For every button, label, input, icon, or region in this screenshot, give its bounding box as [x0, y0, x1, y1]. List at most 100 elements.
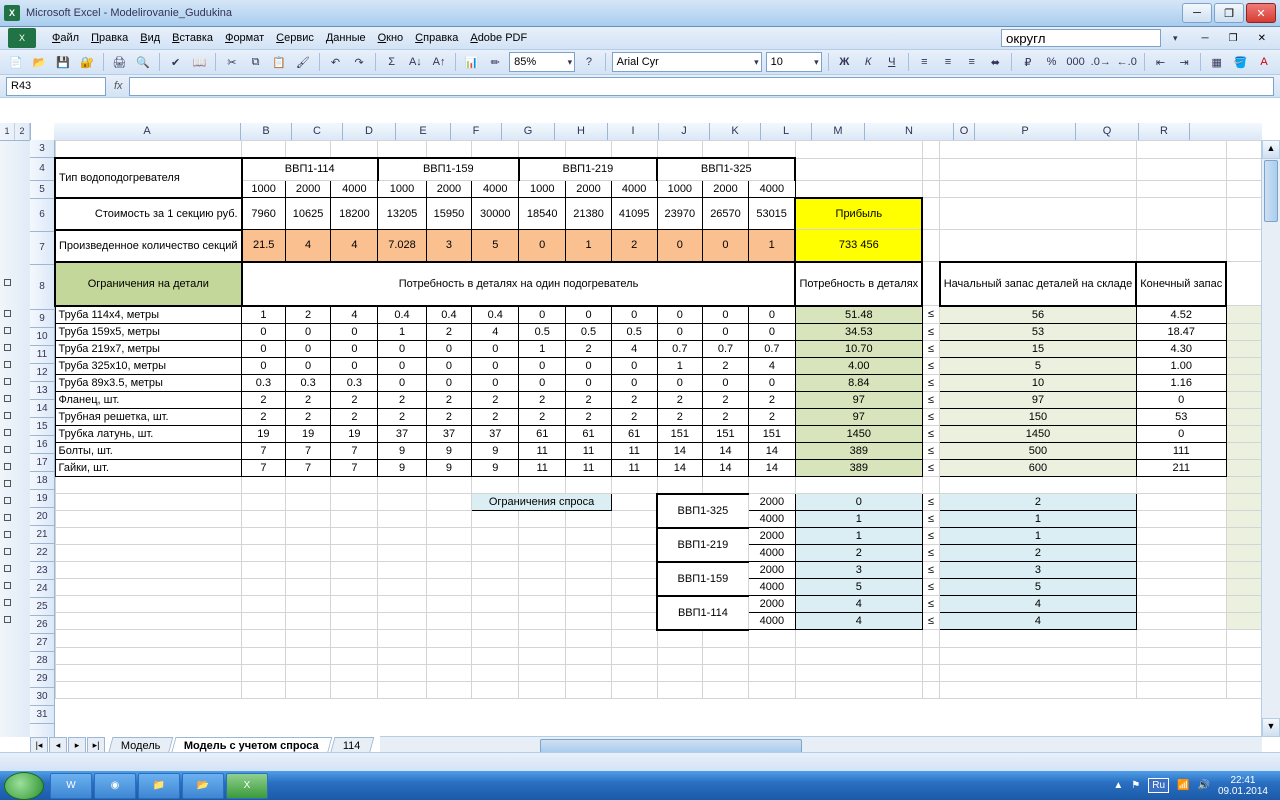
tray-lang[interactable]: Ru [1148, 778, 1169, 793]
column-headers[interactable]: ABCDEFGHIJKLMNOPQR [54, 123, 1262, 141]
align-center-icon[interactable]: ≡ [938, 51, 958, 73]
help-search-input[interactable] [1001, 29, 1161, 47]
zoom-combo[interactable]: 85% [509, 52, 575, 72]
sort-asc-icon[interactable]: A↓ [406, 51, 426, 73]
dec-indent-icon[interactable]: ⇤ [1151, 51, 1171, 73]
row-header-9[interactable]: 9 [30, 310, 54, 328]
row-header-15[interactable]: 15 [30, 418, 54, 436]
row-header-19[interactable]: 19 [30, 490, 54, 508]
col-header-N[interactable]: N [865, 123, 954, 140]
underline-icon[interactable]: Ч [882, 51, 902, 73]
col-header-G[interactable]: G [502, 123, 555, 140]
merge-icon[interactable]: ⬌ [985, 51, 1005, 73]
tray-sound-icon[interactable]: 🔊 [1197, 780, 1209, 791]
row-header-27[interactable]: 27 [30, 634, 54, 652]
row-header-20[interactable]: 20 [30, 508, 54, 526]
col-header-B[interactable]: B [241, 123, 292, 140]
row-header-3[interactable]: 3 [30, 140, 54, 158]
fill-color-icon[interactable]: 🪣 [1231, 51, 1251, 73]
col-header-L[interactable]: L [761, 123, 812, 140]
fontsize-combo[interactable]: 10 [766, 52, 822, 72]
bold-icon[interactable]: Ж [835, 51, 855, 73]
col-header-H[interactable]: H [555, 123, 608, 140]
tray-network-icon[interactable]: 📶 [1177, 780, 1189, 791]
row-header-30[interactable]: 30 [30, 688, 54, 706]
row-headers[interactable]: 3456789101112131415161718192021222324252… [30, 140, 55, 737]
col-header-I[interactable]: I [608, 123, 659, 140]
system-tray[interactable]: ▲ ⚑ Ru 📶 🔊 22:41 09.01.2014 [1113, 775, 1276, 797]
format-painter-icon[interactable]: 🖌 [293, 51, 313, 73]
vertical-scrollbar[interactable]: ▲ ▼ [1261, 140, 1280, 737]
search-dropdown-icon[interactable]: ▾ [1167, 31, 1184, 46]
menu-Adobe PDF[interactable]: Adobe PDF [464, 30, 533, 46]
row-header-22[interactable]: 22 [30, 544, 54, 562]
cut-icon[interactable]: ✂ [222, 51, 242, 73]
row-header-31[interactable]: 31 [30, 706, 54, 724]
tray-up-icon[interactable]: ▲ [1113, 780, 1123, 791]
col-header-D[interactable]: D [343, 123, 396, 140]
col-header-P[interactable]: P [975, 123, 1076, 140]
row-header-4[interactable]: 4 [30, 158, 54, 181]
row-header-18[interactable]: 18 [30, 472, 54, 490]
taskbar-folder-icon[interactable]: 📂 [182, 773, 224, 799]
chart-icon[interactable]: 📊 [462, 51, 482, 73]
col-header-O[interactable]: O [954, 123, 975, 140]
row-header-12[interactable]: 12 [30, 364, 54, 382]
scroll-up-icon[interactable]: ▲ [1262, 140, 1280, 159]
spell-icon[interactable]: ✔ [166, 51, 186, 73]
align-right-icon[interactable]: ≡ [962, 51, 982, 73]
col-header-F[interactable]: F [451, 123, 502, 140]
row-header-25[interactable]: 25 [30, 598, 54, 616]
row-header-26[interactable]: 26 [30, 616, 54, 634]
close-button[interactable]: ✕ [1246, 3, 1276, 23]
save-icon[interactable]: 💾 [53, 51, 73, 73]
start-button[interactable] [4, 772, 44, 800]
maximize-button[interactable]: ❐ [1214, 3, 1244, 23]
currency-icon[interactable]: ₽ [1018, 51, 1038, 73]
col-header-R[interactable]: R [1139, 123, 1190, 140]
new-icon[interactable]: 📄 [6, 51, 26, 73]
sort-desc-icon[interactable]: A↑ [429, 51, 449, 73]
cell-grid[interactable]: Тип водоподогревателяВВП1-114ВВП1-159ВВП… [54, 140, 1262, 737]
col-header-C[interactable]: C [292, 123, 343, 140]
row-header-16[interactable]: 16 [30, 436, 54, 454]
percent-icon[interactable]: % [1042, 51, 1062, 73]
row-header-5[interactable]: 5 [30, 181, 54, 199]
comma-icon[interactable]: 000 [1065, 51, 1085, 73]
research-icon[interactable]: 📖 [189, 51, 209, 73]
align-left-icon[interactable]: ≡ [914, 51, 934, 73]
vscroll-thumb[interactable] [1264, 160, 1278, 222]
row-header-17[interactable]: 17 [30, 454, 54, 472]
borders-icon[interactable]: ▦ [1207, 51, 1227, 73]
menu-Файл[interactable]: Файл [46, 30, 85, 46]
taskbar-word-icon[interactable]: W [50, 773, 92, 799]
permission-icon[interactable]: 🔐 [77, 51, 97, 73]
dec-decimal-icon[interactable]: ←.0 [1116, 51, 1138, 73]
row-header-23[interactable]: 23 [30, 562, 54, 580]
row-header-14[interactable]: 14 [30, 400, 54, 418]
taskbar-chrome-icon[interactable]: ◉ [94, 773, 136, 799]
menu-Данные[interactable]: Данные [320, 30, 372, 46]
taskbar-excel-icon[interactable]: X [226, 773, 268, 799]
tray-flag-icon[interactable]: ⚑ [1131, 780, 1140, 791]
doc-close-button[interactable]: ✕ [1252, 31, 1272, 46]
inc-indent-icon[interactable]: ⇥ [1174, 51, 1194, 73]
row-header-29[interactable]: 29 [30, 670, 54, 688]
doc-minimize-button[interactable]: ─ [1196, 31, 1215, 46]
col-header-J[interactable]: J [659, 123, 710, 140]
italic-icon[interactable]: К [858, 51, 878, 73]
outline-pane[interactable]: 12 [0, 123, 31, 737]
inc-decimal-icon[interactable]: .0→ [1090, 51, 1112, 73]
font-color-icon[interactable]: A [1254, 51, 1274, 73]
scroll-down-icon[interactable]: ▼ [1262, 718, 1280, 737]
open-icon[interactable]: 📂 [30, 51, 50, 73]
col-header-Q[interactable]: Q [1076, 123, 1139, 140]
name-box[interactable]: R43 [6, 77, 106, 96]
drawing-icon[interactable]: ✏ [485, 51, 505, 73]
print-icon[interactable]: 🖨 [110, 51, 130, 73]
row-header-28[interactable]: 28 [30, 652, 54, 670]
menu-Вставка[interactable]: Вставка [166, 30, 219, 46]
row-header-13[interactable]: 13 [30, 382, 54, 400]
doc-restore-button[interactable]: ❐ [1223, 31, 1244, 46]
row-header-8[interactable]: 8 [30, 265, 54, 310]
